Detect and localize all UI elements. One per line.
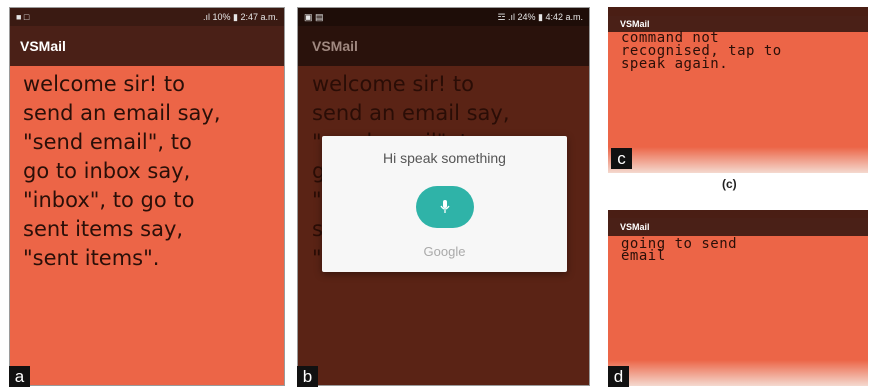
bottom-fade [608,147,868,173]
dialog-prompt: Hi speak something [383,150,506,166]
microphone-icon [440,200,450,213]
welcome-message: welcome sir! to send an email say, "send… [23,72,221,270]
status-left-icons: ▣ ▤ [304,11,324,22]
screen-content[interactable]: command not recognised, tap to speak aga… [608,30,868,173]
screen-content[interactable]: welcome sir! to send an email say, "send… [10,66,284,385]
app-title: VSMail [20,38,66,54]
app-title: VSMail [620,19,650,29]
status-bar: ▣ ▤ ☲ .ıl 24% ▮ 4:42 a.m. [298,8,589,26]
google-brand: Google [423,244,466,259]
app-title: VSMail [620,222,650,232]
status-right-info: .ıl 10% ▮ 2:47 a.m. [203,11,278,22]
panel-d-screenshot: VSMail going to send email [608,210,868,386]
app-title: VSMail [312,38,358,54]
bottom-fade [608,360,868,386]
app-bar: VSMail [608,218,868,236]
speech-dialog: Hi speak something Google [322,136,567,272]
microphone-button[interactable] [416,186,474,228]
error-message: command not recognised, tap to speak aga… [621,30,782,72]
status-left-icons: ■ □ [16,12,30,22]
status-bar [608,210,868,218]
panel-b-screenshot: ▣ ▤ ☲ .ıl 24% ▮ 4:42 a.m. VSMail welcome… [297,7,590,386]
panel-label-c: c [611,148,632,169]
app-bar: VSMail [298,26,589,66]
status-right-info: ☲ .ıl 24% ▮ 4:42 a.m. [497,11,583,22]
status-bar: ■ □ .ıl 10% ▮ 2:47 a.m. [10,8,284,26]
panel-a-screenshot: ■ □ .ıl 10% ▮ 2:47 a.m. VSMail welcome s… [9,7,285,386]
app-bar: VSMail [10,26,284,66]
panel-label-b: b [297,366,318,387]
panel-c-caption: (c) [722,177,737,191]
panel-label-d: d [608,366,629,387]
status-message: going to send email [621,236,738,264]
panel-label-a: a [9,366,30,387]
panel-c-screenshot: VSMail command not recognised, tap to sp… [608,7,868,173]
screen-content[interactable]: going to send email [608,236,868,386]
status-bar [608,7,868,16]
